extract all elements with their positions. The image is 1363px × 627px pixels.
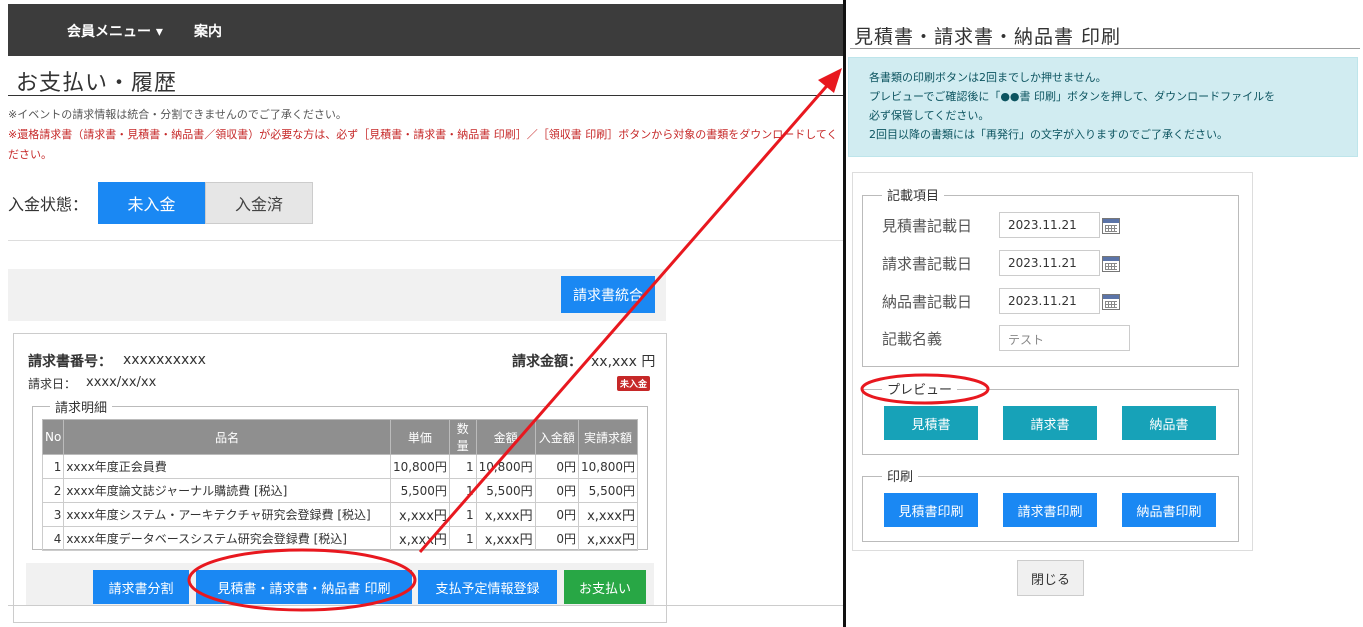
col-header-paid: 入金額 (534, 419, 579, 455)
status-badge: 未入金 (617, 376, 651, 391)
col-header-no: No (41, 419, 65, 455)
cell-qty: 1 (448, 454, 477, 479)
cell-billed: 10,800円 (577, 454, 639, 479)
guide-link[interactable]: 案内 (194, 21, 222, 41)
invoice-date-label: 請求書記載日 (882, 255, 973, 273)
cell-paid: 0円 (534, 502, 579, 527)
table-row: 4 xxxx年度データベースシステム研究会登録費 [税込] x,xxx円 1 x… (41, 526, 639, 551)
delivery-date-label: 納品書記載日 (882, 293, 973, 311)
recipient-name-input[interactable]: テスト (999, 325, 1130, 351)
cell-no: 2 (41, 478, 65, 503)
cell-name: xxxx年度システム・アーキテクチャ研究会登録費 [税込] (63, 502, 391, 527)
cell-no: 3 (41, 502, 65, 527)
print-dialog: 見積書・請求書・納品書 印刷 各書類の印刷ボタンは2回までしか押せません。 プレ… (846, 0, 1363, 627)
table-row: 3 xxxx年度システム・アーキテクチャ研究会登録費 [税込] x,xxx円 1… (41, 502, 639, 527)
cell-name: xxxx年度正会員費 (63, 454, 391, 479)
calendar-icon[interactable] (1102, 294, 1120, 310)
invoice-detail-legend: 請求明細 (50, 397, 113, 416)
preview-invoice-button[interactable]: 請求書 (1003, 406, 1097, 440)
cell-name: xxxx年度論文誌ジャーナル購読費 [税込] (63, 478, 391, 503)
cell-qty: 1 (448, 526, 477, 551)
page-title: お支払い・履歴 (16, 71, 178, 96)
table-row: 1 xxxx年度正会員費 10,800円 1 10,800円 0円 10,800… (41, 454, 639, 479)
print-invoice-button[interactable]: 請求書印刷 (1003, 493, 1097, 527)
recipient-name-label: 記載名義 (882, 330, 943, 348)
col-header-price: 単価 (389, 419, 450, 455)
alert-line-3: 必ず保管してください。 (869, 109, 990, 122)
merge-invoices-button[interactable]: 請求書統合 (561, 276, 655, 313)
calendar-icon[interactable] (1102, 218, 1120, 234)
cell-qty: 1 (448, 478, 477, 503)
cell-billed: x,xxx円 (577, 526, 639, 551)
cell-amount: x,xxx円 (475, 502, 536, 527)
print-estimate-button[interactable]: 見積書印刷 (884, 493, 978, 527)
cell-price: x,xxx円 (389, 526, 450, 551)
invoice-items-table: No 品名 単価 数量 金額 入金額 実請求額 1 xxxx年度正会員費 10,… (41, 419, 639, 551)
download-note: ※還格請求書（請求書・見積書・納品書／領収書）が必要な方は、必ず［見積書・請求書… (8, 128, 838, 161)
pay-button[interactable]: お支払い (564, 570, 646, 604)
dialog-title: 見積書・請求書・納品書 印刷 (854, 26, 1122, 48)
alert-line-1: 各書類の印刷ボタンは2回までしか押せません。 (869, 71, 1107, 84)
cell-paid: 0円 (534, 454, 579, 479)
cell-price: 5,500円 (389, 478, 450, 503)
cell-billed: x,xxx円 (577, 502, 639, 527)
preview-delivery-button[interactable]: 納品書 (1122, 406, 1216, 440)
invoice-number-value: xxxxxxxxxx (123, 352, 206, 368)
alert-line-4: 2回目以降の書類には「再発行」の文字が入りますのでご了承ください。 (869, 128, 1228, 141)
col-header-billed: 実請求額 (577, 419, 639, 455)
paid-filter-button[interactable]: 入金済 (205, 182, 313, 224)
print-delivery-button[interactable]: 納品書印刷 (1122, 493, 1216, 527)
cell-price: x,xxx円 (389, 502, 450, 527)
cell-no: 1 (41, 454, 65, 479)
dialog-title-underline (850, 48, 1360, 49)
payment-history-page: 会員メニュー ▾ 案内 お支払い・履歴 ※イベントの請求情報は統合・分割できませ… (0, 0, 843, 627)
split-invoice-button[interactable]: 請求書分割 (93, 570, 189, 604)
cell-amount: 10,800円 (475, 454, 536, 479)
cell-qty: 1 (448, 502, 477, 527)
invoice-number-label: 請求書番号： (28, 354, 112, 370)
delivery-date-input[interactable]: 2023.11.21 (999, 288, 1100, 314)
cell-paid: 0円 (534, 478, 579, 503)
close-button[interactable]: 閉じる (1017, 560, 1084, 596)
col-header-amount: 金額 (475, 419, 536, 455)
table-row: 2 xxxx年度論文誌ジャーナル購読費 [税込] 5,500円 1 5,500円… (41, 478, 639, 503)
payment-status-label: 入金状態： (8, 195, 89, 214)
cell-amount: x,xxx円 (475, 526, 536, 551)
cell-amount: 5,500円 (475, 478, 536, 503)
estimate-date-label: 見積書記載日 (882, 217, 973, 235)
invoice-date-value: xxxx/xx/xx (86, 375, 157, 390)
invoice-date-label: 請求日： (28, 377, 77, 391)
payment-schedule-button[interactable]: 支払予定情報登録 (418, 570, 557, 604)
cell-price: 10,800円 (389, 454, 450, 479)
col-header-qty: 数量 (448, 419, 477, 455)
top-navbar: 会員メニュー ▾ 案内 (8, 4, 843, 56)
preview-estimate-button[interactable]: 見積書 (884, 406, 978, 440)
member-menu-dropdown[interactable]: 会員メニュー ▾ (67, 21, 163, 41)
cell-paid: 0円 (534, 526, 579, 551)
info-alert: 各書類の印刷ボタンは2回までしか押せません。 プレビューでご確認後に「●●書 印… (848, 57, 1358, 157)
merge-split-note: ※イベントの請求情報は統合・分割できませんのでご了承ください。 (8, 108, 347, 121)
table-header-row: No 品名 単価 数量 金額 入金額 実請求額 (41, 419, 639, 455)
cell-no: 4 (41, 526, 65, 551)
estimate-date-input[interactable]: 2023.11.21 (999, 212, 1100, 238)
preview-legend: プレビュー (882, 379, 958, 398)
title-underline (8, 95, 843, 96)
unpaid-filter-button[interactable]: 未入金 (98, 182, 205, 224)
entry-legend: 記載項目 (882, 185, 945, 204)
bottom-divider (8, 605, 843, 606)
invoice-date-input[interactable]: 2023.11.21 (999, 250, 1100, 276)
print-legend: 印刷 (882, 466, 919, 485)
invoice-amount-value: xx,xxx 円 (591, 354, 656, 370)
invoice-amount-label: 請求金額： (512, 354, 582, 370)
print-documents-button[interactable]: 見積書・請求書・納品書 印刷 (196, 570, 412, 604)
alert-line-2: プレビューでご確認後に「●●書 印刷」ボタンを押して、ダウンロードファイルを (869, 90, 1276, 103)
section-divider (8, 240, 843, 241)
cell-billed: 5,500円 (577, 478, 639, 503)
col-header-name: 品名 (63, 419, 391, 455)
cell-name: xxxx年度データベースシステム研究会登録費 [税込] (63, 526, 391, 551)
calendar-icon[interactable] (1102, 256, 1120, 272)
